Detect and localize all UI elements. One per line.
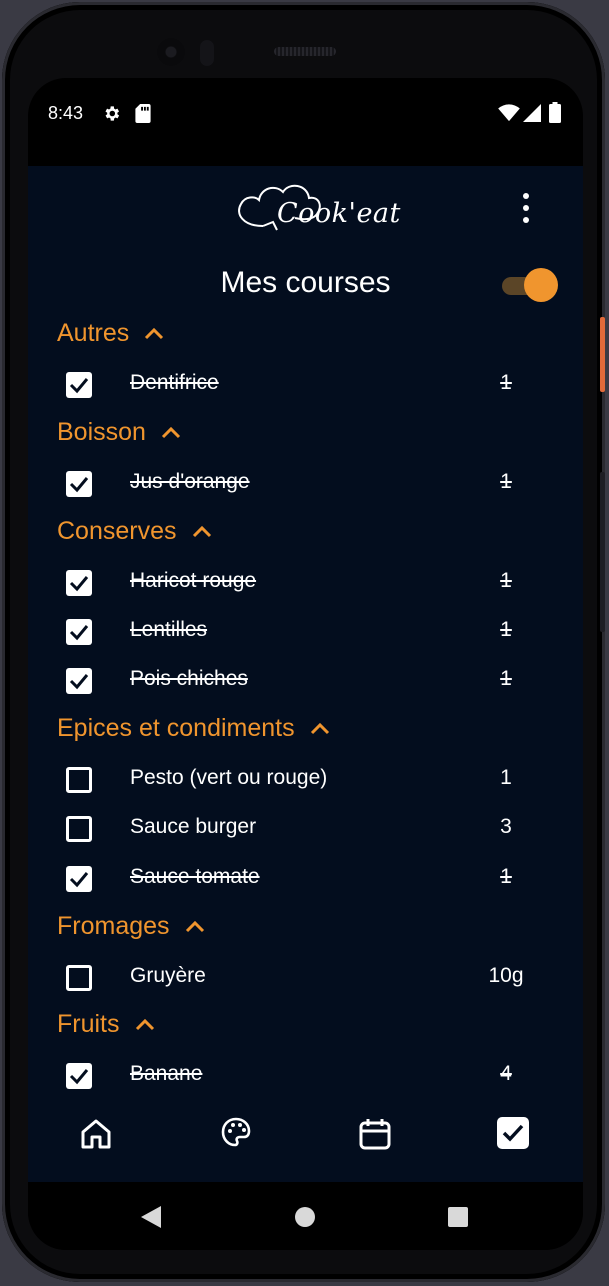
chevron-up-icon[interactable]	[309, 718, 331, 740]
checkbox-checked[interactable]	[66, 1063, 92, 1089]
status-time: 8:43	[48, 103, 84, 123]
category-header-epices[interactable]: Epices et condiments	[57, 714, 331, 743]
item-quantity: 1	[500, 667, 512, 690]
battery-icon	[549, 102, 561, 127]
item-name: Jus d'orange	[130, 470, 250, 493]
list-item[interactable]: Pesto (vert ou rouge) 1	[66, 763, 546, 803]
category-header-fromages[interactable]: Fromages	[57, 912, 206, 941]
item-quantity: 1	[500, 618, 512, 641]
list-item[interactable]: Sauce burger 3	[66, 812, 546, 852]
list-item[interactable]: Gruyère 10g	[66, 961, 546, 1001]
item-quantity: 4	[500, 1062, 512, 1085]
item-quantity: 1	[500, 865, 512, 888]
item-name: Haricot rouge	[130, 569, 257, 592]
signal-icon	[523, 104, 541, 126]
item-name: Pesto (vert ou rouge)	[130, 766, 328, 789]
checkbox-checked[interactable]	[66, 471, 92, 497]
category-header-autres[interactable]: Autres	[57, 319, 165, 348]
category-name: Conserves	[57, 517, 177, 545]
item-name: Dentifrice	[130, 371, 219, 394]
earpiece-speaker	[274, 47, 336, 56]
power-button	[600, 317, 605, 392]
checkbox-checked[interactable]	[66, 866, 92, 892]
system-navigation	[28, 1182, 583, 1250]
wifi-icon	[498, 104, 520, 126]
item-quantity: 3	[500, 815, 512, 838]
cookeat-logo: Cook'eat	[233, 174, 400, 246]
page-title: Mes courses	[220, 266, 391, 299]
sd-card-icon	[135, 104, 151, 127]
item-quantity: 10g	[488, 964, 524, 987]
recents-icon[interactable]	[448, 1207, 468, 1227]
phone-frame: 8:43 Cook'eat Mes courses Autres Dentifr…	[2, 2, 605, 1282]
checkbox-unchecked[interactable]	[66, 767, 92, 793]
item-name: Sauce burger	[130, 815, 257, 838]
toggle-switch[interactable]	[502, 268, 558, 302]
category-name: Fromages	[57, 912, 170, 940]
bottom-navigation	[28, 1096, 583, 1182]
logo-text: Cook'eat	[277, 198, 401, 229]
item-name: Banane	[130, 1062, 203, 1085]
item-quantity: 1	[500, 569, 512, 592]
front-camera	[157, 38, 185, 66]
checkbox-unchecked[interactable]	[66, 965, 92, 991]
category-name: Autres	[57, 319, 130, 347]
more-vert-icon[interactable]	[514, 188, 538, 232]
checkbox-checked[interactable]	[66, 668, 92, 694]
item-name: Lentilles	[130, 618, 208, 641]
back-icon[interactable]	[141, 1206, 161, 1228]
toggle-knob	[524, 268, 558, 302]
item-name: Sauce tomate	[130, 865, 260, 888]
item-quantity: 1	[500, 766, 512, 789]
calendar-icon[interactable]	[357, 1116, 397, 1156]
item-quantity: 1	[500, 470, 512, 493]
home-circle-icon[interactable]	[295, 1207, 315, 1227]
status-bar: 8:43	[28, 78, 583, 148]
checklist-icon[interactable]	[496, 1116, 536, 1156]
category-name: Boisson	[57, 418, 146, 446]
chevron-up-icon[interactable]	[191, 521, 213, 543]
category-header-boisson[interactable]: Boisson	[57, 418, 182, 447]
list-item[interactable]: Haricot rouge 1	[66, 566, 546, 606]
checkbox-checked[interactable]	[66, 372, 92, 398]
gear-icon	[102, 104, 121, 127]
proximity-sensor	[200, 40, 214, 66]
item-name: Pois chiches	[130, 667, 248, 690]
chevron-up-icon[interactable]	[184, 916, 206, 938]
app-content: Cook'eat Mes courses Autres Dentifrice 1…	[28, 166, 583, 1182]
home-icon[interactable]	[78, 1116, 118, 1156]
list-item[interactable]: Sauce tomate 1	[66, 862, 546, 902]
category-header-conserves[interactable]: Conserves	[57, 517, 213, 546]
category-header-fruits[interactable]: Fruits	[57, 1010, 156, 1039]
list-item[interactable]: Pois chiches 1	[66, 664, 546, 704]
item-quantity: 1	[500, 371, 512, 394]
list-item[interactable]: Jus d'orange 1	[66, 467, 546, 507]
category-name: Epices et condiments	[57, 714, 295, 742]
category-name: Fruits	[57, 1010, 120, 1038]
item-name: Gruyère	[130, 964, 206, 987]
screen: 8:43 Cook'eat Mes courses Autres Dentifr…	[28, 78, 583, 1250]
chevron-up-icon[interactable]	[134, 1014, 156, 1036]
checkbox-checked[interactable]	[66, 570, 92, 596]
volume-button	[600, 472, 605, 632]
chevron-up-icon[interactable]	[160, 422, 182, 444]
chevron-up-icon[interactable]	[143, 323, 165, 345]
checkbox-checked[interactable]	[66, 619, 92, 645]
palette-icon[interactable]	[220, 1116, 260, 1156]
list-item[interactable]: Banane 4	[66, 1059, 546, 1099]
checkbox-unchecked[interactable]	[66, 816, 92, 842]
list-item[interactable]: Dentifrice 1	[66, 368, 546, 408]
list-item[interactable]: Lentilles 1	[66, 615, 546, 655]
